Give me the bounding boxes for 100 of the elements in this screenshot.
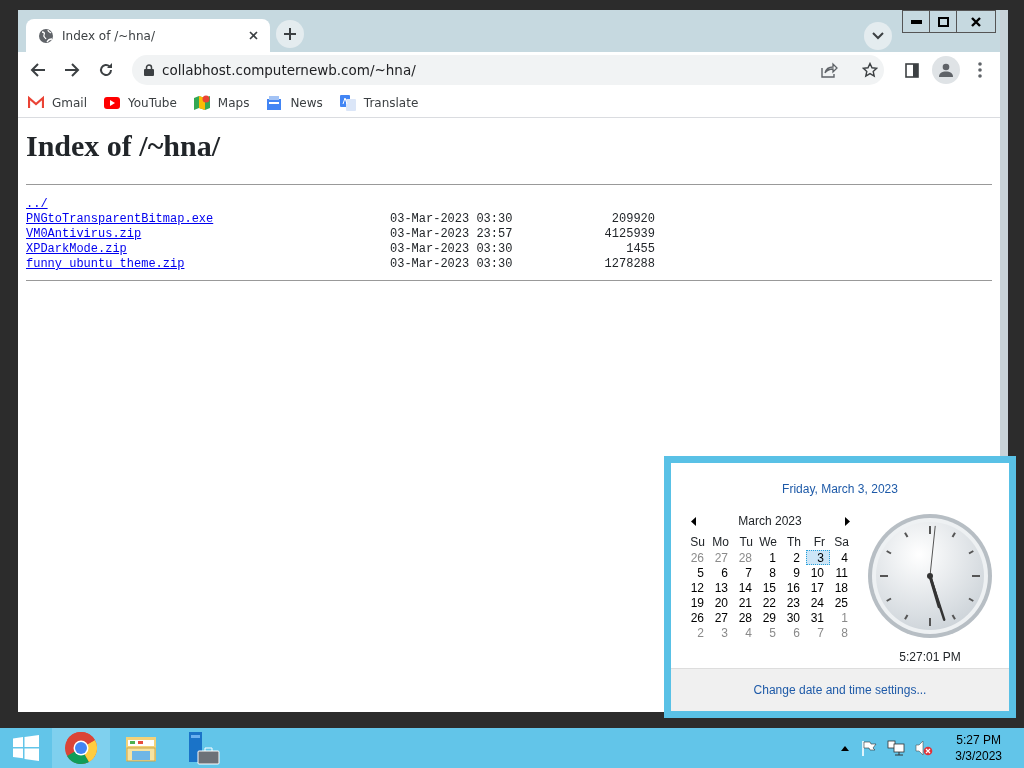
weekday-label: Su bbox=[689, 535, 706, 550]
bookmark-link[interactable]: Maps bbox=[193, 93, 250, 112]
file-link[interactable]: XPDarkMode.zip bbox=[26, 242, 127, 257]
weekday-label: Tu bbox=[738, 535, 754, 550]
calendar-day[interactable]: 6 bbox=[782, 625, 806, 640]
more-icon bbox=[978, 62, 982, 78]
calendar-day[interactable]: 24 bbox=[806, 595, 830, 610]
chevron-down-icon bbox=[872, 32, 884, 40]
clock-time: 5:27:01 PM bbox=[899, 649, 961, 666]
page-heading: Index of /~hna/ bbox=[26, 128, 222, 164]
calendar-day[interactable]: 3 bbox=[806, 550, 830, 565]
previous-month-button[interactable] bbox=[688, 515, 698, 527]
speaker-muted-icon[interactable] bbox=[915, 740, 934, 756]
calendar-day[interactable]: 20 bbox=[710, 595, 734, 610]
forward-arrow-icon bbox=[64, 62, 80, 78]
calendar-day[interactable]: 2 bbox=[686, 625, 710, 640]
next-month-button[interactable] bbox=[842, 515, 852, 527]
calendar-day[interactable]: 4 bbox=[830, 550, 854, 565]
taskbar-clock[interactable]: 5:27 PM 3/3/2023 bbox=[955, 732, 1002, 764]
calendar-day[interactable]: 26 bbox=[686, 610, 710, 625]
up-triangle-icon bbox=[841, 745, 850, 751]
newspaper-icon bbox=[266, 94, 283, 111]
bookmark-link[interactable]: YouTube bbox=[104, 93, 177, 112]
calendar-day[interactable]: 22 bbox=[758, 595, 782, 610]
month-label[interactable]: March 2023 bbox=[738, 512, 802, 530]
calendar-day[interactable]: 25 bbox=[830, 595, 854, 610]
modified-date: 03-Mar-2023 23:57 bbox=[390, 227, 514, 242]
calendar-day[interactable]: 9 bbox=[782, 565, 806, 580]
folder-icon bbox=[125, 734, 157, 762]
calendar-day[interactable]: 12 bbox=[686, 580, 710, 595]
globe-icon bbox=[38, 27, 54, 44]
weekday-label: Th bbox=[786, 535, 802, 550]
calendar-day[interactable]: 19 bbox=[686, 595, 710, 610]
calendar-day[interactable]: 21 bbox=[734, 595, 758, 610]
calendar-day[interactable]: 23 bbox=[782, 595, 806, 610]
calendar-day[interactable]: 3 bbox=[710, 625, 734, 640]
close-icon bbox=[248, 31, 258, 40]
network-icon[interactable] bbox=[887, 740, 906, 756]
date-heading[interactable]: Friday, March 3, 2023 bbox=[671, 480, 1009, 498]
windows-logo-icon bbox=[13, 735, 39, 761]
calendar-day[interactable]: 18 bbox=[830, 580, 854, 595]
bookmark-link[interactable]: Gmail bbox=[28, 93, 87, 112]
minimize-icon bbox=[910, 19, 922, 24]
tab-search-button[interactable] bbox=[864, 22, 892, 50]
calendar-day[interactable]: 2 bbox=[782, 550, 806, 565]
calendar-day[interactable]: 5 bbox=[686, 565, 710, 580]
calendar-day[interactable]: 28 bbox=[734, 610, 758, 625]
modified-date: 03-Mar-2023 03:30 bbox=[390, 242, 514, 257]
weekday-label: Fr bbox=[812, 535, 826, 550]
map-pin-icon bbox=[193, 94, 210, 111]
browser-logo-icon bbox=[64, 731, 98, 765]
calendar-day[interactable]: 8 bbox=[758, 565, 782, 580]
file-size: 4125939 bbox=[603, 227, 655, 242]
bookmark-link[interactable]: Translate bbox=[339, 93, 419, 112]
address-bar[interactable]: collabhost.computernewb.com/~hna/ bbox=[132, 55, 884, 85]
calendar-day[interactable]: 31 bbox=[806, 610, 830, 625]
calendar-day[interactable]: 28 bbox=[734, 550, 758, 565]
calendar-day[interactable]: 10 bbox=[806, 565, 830, 580]
video-play-icon bbox=[104, 94, 120, 111]
weekday-label: We bbox=[758, 535, 778, 550]
file-size: 1278288 bbox=[603, 257, 655, 272]
modified-date: 03-Mar-2023 03:30 bbox=[390, 212, 514, 227]
file-link[interactable]: PNGtoTransparentBitmap.exe bbox=[26, 212, 214, 227]
share-icon[interactable] bbox=[820, 62, 838, 78]
calendar-day[interactable]: 7 bbox=[734, 565, 758, 580]
file-size: 1455 bbox=[625, 242, 655, 257]
person-icon bbox=[939, 63, 953, 77]
calendar-day[interactable]: 1 bbox=[758, 550, 782, 565]
calendar-day[interactable]: 15 bbox=[758, 580, 782, 595]
calendar-day[interactable]: 8 bbox=[830, 625, 854, 640]
file-link[interactable]: ../ bbox=[26, 197, 48, 212]
calendar-day[interactable]: 5 bbox=[758, 625, 782, 640]
lock-icon bbox=[144, 64, 154, 76]
calendar-day[interactable]: 30 bbox=[782, 610, 806, 625]
file-link[interactable]: VM0Antivirus.zip bbox=[26, 227, 142, 242]
calendar-day[interactable]: 6 bbox=[710, 565, 734, 580]
browser-tab[interactable]: Index of /~hna/ bbox=[26, 19, 270, 52]
calendar-day[interactable]: 27 bbox=[710, 610, 734, 625]
calendar-day[interactable]: 29 bbox=[758, 610, 782, 625]
file-size: 209920 bbox=[610, 212, 655, 227]
calendar-day[interactable]: 17 bbox=[806, 580, 830, 595]
file-link[interactable]: funny_ubuntu_theme.zip bbox=[26, 257, 185, 272]
profile-button[interactable] bbox=[932, 56, 960, 84]
star-icon[interactable] bbox=[862, 62, 878, 78]
calendar-day[interactable]: 11 bbox=[830, 565, 854, 580]
calendar-day[interactable]: 16 bbox=[782, 580, 806, 595]
calendar-day[interactable]: 26 bbox=[686, 550, 710, 565]
new-tab-button[interactable] bbox=[276, 20, 304, 48]
side-panel-icon bbox=[905, 62, 919, 78]
weekday-label: Mo bbox=[711, 535, 730, 550]
right-triangle-icon bbox=[844, 516, 850, 526]
flag-icon[interactable] bbox=[861, 740, 878, 756]
modified-date: 03-Mar-2023 03:30 bbox=[390, 257, 514, 272]
calendar-day[interactable]: 13 bbox=[710, 580, 734, 595]
back-arrow-icon bbox=[30, 62, 46, 78]
bookmark-link[interactable]: News bbox=[266, 93, 323, 112]
left-triangle-icon bbox=[690, 516, 696, 526]
taskbar-browser-button[interactable] bbox=[52, 728, 110, 768]
plus-icon bbox=[283, 27, 297, 41]
calendar-day[interactable]: 14 bbox=[734, 580, 758, 595]
